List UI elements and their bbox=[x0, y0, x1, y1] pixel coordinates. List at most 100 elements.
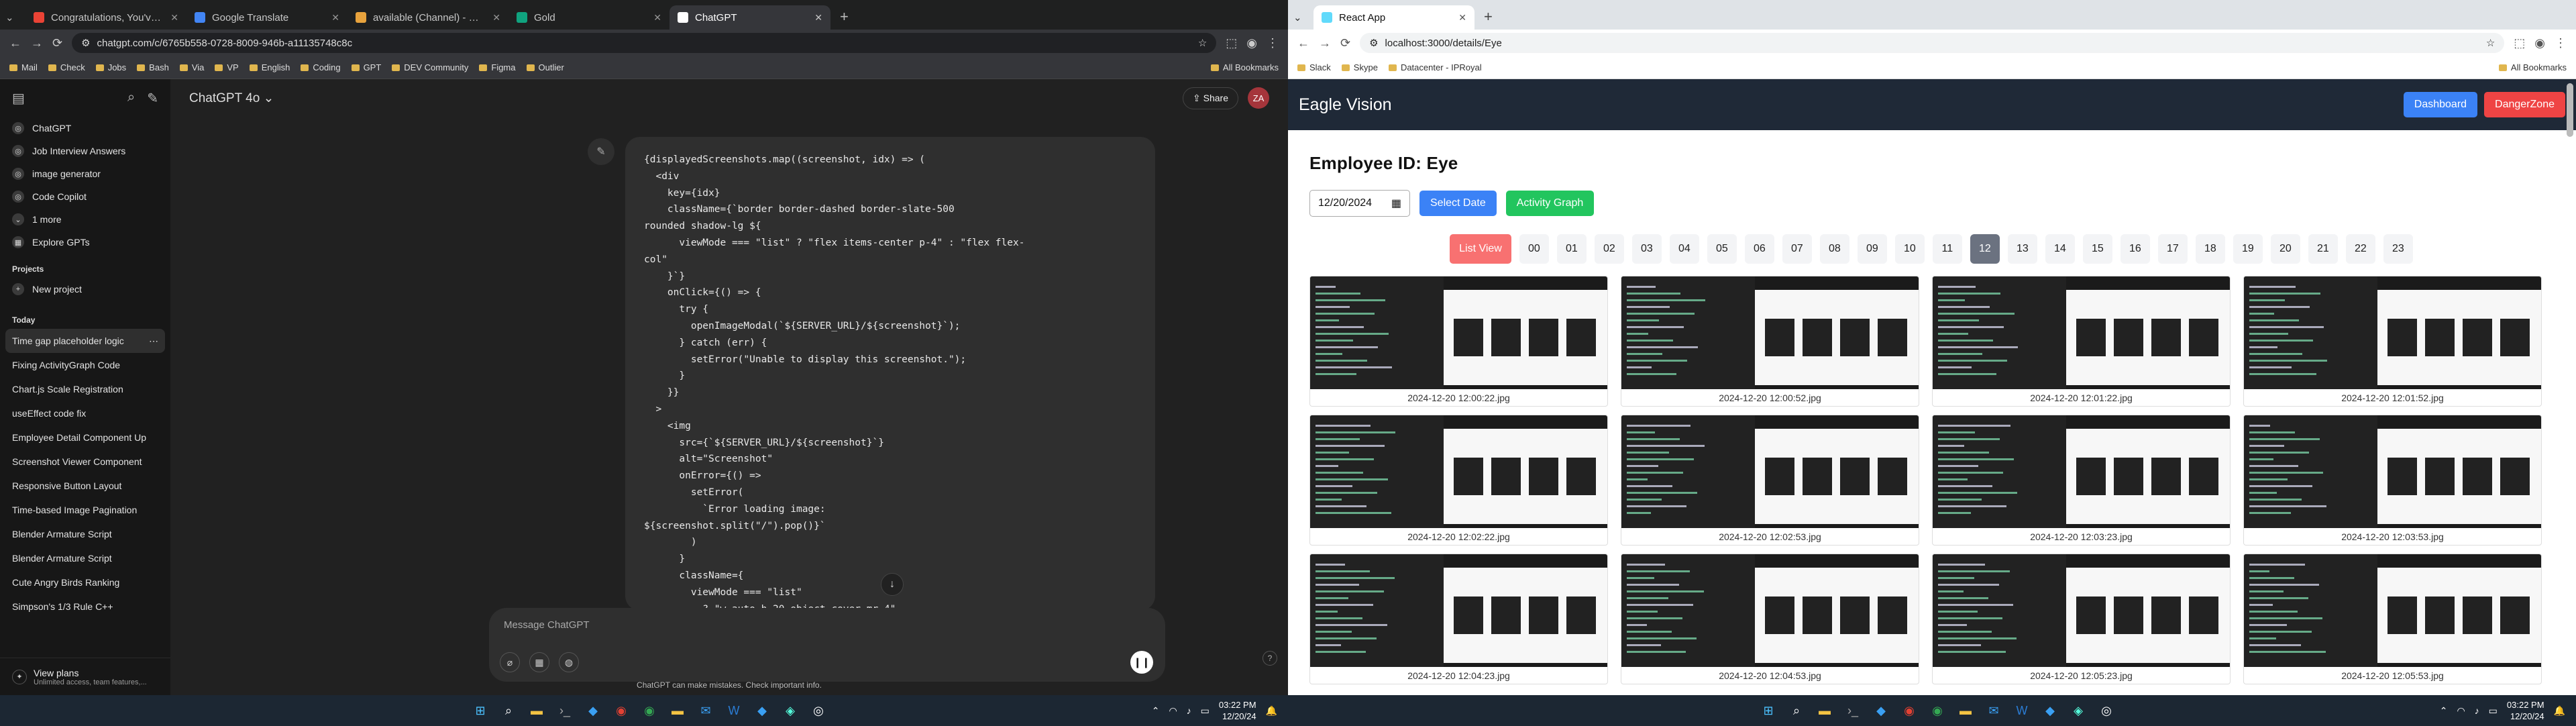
sidebar-item[interactable]: ◎ Job Interview Answers bbox=[0, 140, 170, 162]
new-tab-button[interactable]: + bbox=[1474, 8, 1502, 30]
notification-icon[interactable]: 🔔 bbox=[1266, 705, 1277, 717]
hour-button[interactable]: 23 bbox=[2383, 234, 2413, 264]
start-icon[interactable]: ⊞ bbox=[1758, 700, 1779, 721]
extensions-icon[interactable]: ⬚ bbox=[1226, 36, 1237, 50]
screenshot-card[interactable]: 2024-12-20 12:01:52.jpg bbox=[2243, 276, 2542, 407]
browser-tab[interactable]: React App ✕ bbox=[1313, 5, 1474, 30]
vscode-icon[interactable]: ◆ bbox=[1870, 700, 1892, 721]
select-date-button[interactable]: Select Date bbox=[1419, 191, 1497, 216]
screenshot-card[interactable]: 2024-12-20 12:04:23.jpg bbox=[1309, 554, 1608, 684]
bookmark-item[interactable]: Figma bbox=[479, 62, 516, 72]
chat-history-item[interactable]: useEffect code fix bbox=[0, 401, 170, 425]
list-view-button[interactable]: List View bbox=[1450, 234, 1511, 264]
battery-icon[interactable]: ▭ bbox=[2489, 705, 2498, 717]
view-plans-button[interactable]: ✦ View plans Unlimited access, team feat… bbox=[0, 658, 170, 695]
bookmark-item[interactable]: Jobs bbox=[95, 62, 126, 72]
hour-button[interactable]: 00 bbox=[1519, 234, 1549, 264]
clock[interactable]: 03:22 PM 12/20/24 bbox=[2507, 699, 2544, 722]
chat-history-item[interactable]: Blender Armature Script bbox=[0, 546, 170, 570]
star-icon[interactable]: ☆ bbox=[1198, 37, 1207, 49]
model-selector[interactable]: ChatGPT 4o ⌄ bbox=[189, 91, 274, 106]
bookmark-item[interactable]: Mail bbox=[9, 62, 38, 72]
tab-menu[interactable]: ⌄ bbox=[1293, 5, 1313, 30]
hour-button[interactable]: 18 bbox=[2195, 234, 2225, 264]
chevron-up-icon[interactable]: ⌃ bbox=[1152, 705, 1160, 717]
hour-button[interactable]: 01 bbox=[1556, 234, 1587, 264]
screenshot-thumbnail[interactable] bbox=[1310, 415, 1607, 528]
vscode-icon[interactable]: ◆ bbox=[751, 700, 773, 721]
volume-icon[interactable]: ♪ bbox=[1187, 705, 1191, 716]
tab-menu[interactable]: ⌄ bbox=[5, 5, 25, 30]
battery-icon[interactable]: ▭ bbox=[1201, 705, 1210, 717]
all-bookmarks[interactable]: All Bookmarks bbox=[2498, 62, 2567, 72]
new-chat-icon[interactable]: ✎ bbox=[147, 90, 158, 107]
screenshot-thumbnail[interactable] bbox=[1310, 554, 1607, 667]
hour-button[interactable]: 22 bbox=[2345, 234, 2375, 264]
site-info-icon[interactable]: ⚙ bbox=[81, 37, 90, 49]
terminal-icon[interactable]: ›_ bbox=[554, 700, 576, 721]
screenshot-thumbnail[interactable] bbox=[1933, 415, 2230, 528]
hour-button[interactable]: 05 bbox=[1707, 234, 1737, 264]
forward-icon[interactable]: → bbox=[31, 36, 43, 50]
vscode-icon[interactable]: ◆ bbox=[582, 700, 604, 721]
new-project-button[interactable]: + New project bbox=[0, 278, 170, 301]
url-field[interactable]: ⚙ localhost:3000/details/Eye ☆ bbox=[1360, 33, 2505, 53]
chevron-up-icon[interactable]: ⌃ bbox=[2440, 705, 2448, 717]
screenshot-thumbnail[interactable] bbox=[2244, 276, 2541, 389]
screenshot-card[interactable]: 2024-12-20 12:02:53.jpg bbox=[1621, 415, 1919, 546]
calendar-icon[interactable]: ▦ bbox=[1391, 197, 1401, 210]
close-tab-icon[interactable]: ✕ bbox=[492, 12, 500, 23]
chat-history-item[interactable]: Chart.js Scale Registration bbox=[0, 377, 170, 401]
chat-history-item[interactable]: Simpson's 1/3 Rule C++ bbox=[0, 594, 170, 619]
sidebar-item[interactable]: ◎ ChatGPT bbox=[0, 117, 170, 140]
avatar[interactable]: ZA bbox=[1248, 87, 1269, 109]
new-tab-button[interactable]: + bbox=[830, 8, 858, 30]
voice-mode-icon[interactable]: ❙❙ bbox=[1130, 651, 1153, 674]
chat-history-item[interactable]: Time gap placeholder logic ⋯ bbox=[5, 329, 165, 353]
forward-icon[interactable]: → bbox=[1319, 36, 1331, 50]
hour-button[interactable]: 10 bbox=[1894, 234, 1925, 264]
browser-tab[interactable]: ChatGPT ✕ bbox=[669, 5, 830, 30]
screenshot-thumbnail[interactable] bbox=[1933, 276, 2230, 389]
hour-button[interactable]: 14 bbox=[2045, 234, 2075, 264]
close-tab-icon[interactable]: ✕ bbox=[814, 12, 822, 23]
app-icon[interactable]: ◎ bbox=[808, 700, 829, 721]
browser-tab[interactable]: Gold ✕ bbox=[508, 5, 669, 30]
sidebar-item[interactable]: ◎ image generator bbox=[0, 162, 170, 185]
date-input[interactable]: 12/20/2024 ▦ bbox=[1309, 190, 1410, 217]
chrome-icon[interactable]: ◉ bbox=[1898, 700, 1920, 721]
chat-history-item[interactable]: Fixing ActivityGraph Code bbox=[0, 353, 170, 377]
sidebar-toggle-icon[interactable]: ▤ bbox=[12, 90, 25, 107]
reload-icon[interactable]: ⟳ bbox=[1340, 36, 1350, 50]
screenshot-card[interactable]: 2024-12-20 12:02:22.jpg bbox=[1309, 415, 1608, 546]
bookmark-item[interactable]: Datacenter - IPRoyal bbox=[1388, 62, 1482, 72]
close-tab-icon[interactable]: ✕ bbox=[1458, 12, 1466, 23]
menu-icon[interactable]: ⋮ bbox=[1267, 36, 1279, 50]
screenshot-thumbnail[interactable] bbox=[1621, 415, 1919, 528]
site-info-icon[interactable]: ⚙ bbox=[1369, 37, 1378, 49]
folder-icon[interactable]: ▬ bbox=[1955, 700, 1976, 721]
star-icon[interactable]: ☆ bbox=[2486, 37, 2495, 49]
chat-history-item[interactable]: Blender Armature Script bbox=[0, 522, 170, 546]
bookmark-item[interactable]: Outlier bbox=[526, 62, 564, 72]
browser-tab[interactable]: Google Translate ✕ bbox=[186, 5, 347, 30]
bookmark-item[interactable]: Skype bbox=[1341, 62, 1378, 72]
bookmark-item[interactable]: Check bbox=[48, 62, 85, 72]
hour-button[interactable]: 19 bbox=[2233, 234, 2263, 264]
url-field[interactable]: ⚙ chatgpt.com/c/6765b558-0728-8009-946b-… bbox=[72, 33, 1217, 53]
more-options-icon[interactable]: ⋯ bbox=[149, 335, 158, 347]
profile-icon[interactable]: ◉ bbox=[1246, 36, 1257, 50]
dangerzone-button[interactable]: DangerZone bbox=[2484, 92, 2565, 117]
screenshot-card[interactable]: 2024-12-20 12:01:22.jpg bbox=[1932, 276, 2231, 407]
vscode-icon[interactable]: ◆ bbox=[2039, 700, 2061, 721]
screenshot-card[interactable]: 2024-12-20 12:00:52.jpg bbox=[1621, 276, 1919, 407]
hour-button[interactable]: 08 bbox=[1819, 234, 1849, 264]
mail-icon[interactable]: ✉ bbox=[1983, 700, 2004, 721]
app-icon[interactable]: ◎ bbox=[2096, 700, 2117, 721]
browser-tab[interactable]: available (Channel) - Mageflo ✕ bbox=[347, 5, 508, 30]
chat-history-item[interactable]: Employee Detail Component Up bbox=[0, 425, 170, 450]
notification-icon[interactable]: 🔔 bbox=[2554, 705, 2565, 717]
globe-icon[interactable]: ◍ bbox=[559, 652, 579, 672]
app-icon[interactable]: ◈ bbox=[2068, 700, 2089, 721]
bookmark-item[interactable]: Slack bbox=[1297, 62, 1331, 72]
